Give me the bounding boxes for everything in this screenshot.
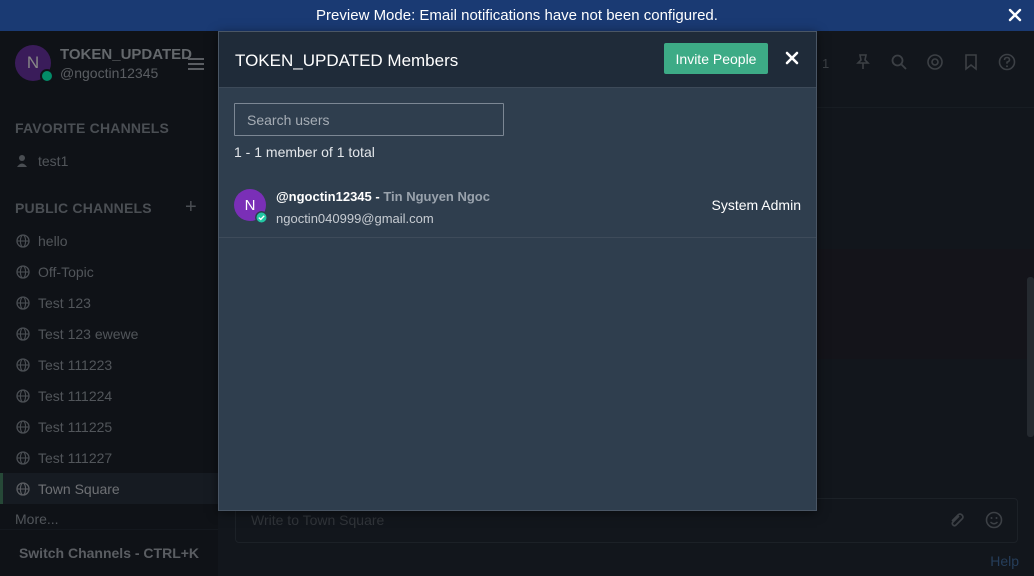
member-name-line: @ngoctin12345 - Tin Nguyen Ngoc [276, 189, 490, 204]
modal-title: TOKEN_UPDATED Members [235, 51, 459, 70]
check-icon [255, 211, 268, 224]
member-email: ngoctin040999@gmail.com [276, 211, 434, 226]
member-role: System Admin [711, 197, 801, 213]
avatar-initial: N [244, 196, 256, 214]
invite-people-button[interactable]: Invite People [664, 43, 768, 74]
close-icon[interactable] [785, 51, 799, 65]
list-item[interactable]: N @ngoctin12345 - Tin Nguyen Ngoc ngocti… [219, 175, 816, 238]
banner-text: Preview Mode: Email notifications have n… [316, 7, 718, 24]
members-modal: TOKEN_UPDATED Members Invite People 1 - … [218, 31, 817, 511]
close-icon[interactable] [1006, 6, 1024, 24]
modal-header: TOKEN_UPDATED Members Invite People [219, 32, 816, 88]
announcement-banner: Preview Mode: Email notifications have n… [0, 0, 1034, 31]
search-input[interactable] [234, 103, 504, 136]
member-username: @ngoctin12345 [276, 189, 372, 204]
member-separator: - [371, 189, 384, 204]
member-count-text: 1 - 1 member of 1 total [234, 144, 375, 160]
member-full-name: Tin Nguyen Ngoc [383, 189, 490, 204]
